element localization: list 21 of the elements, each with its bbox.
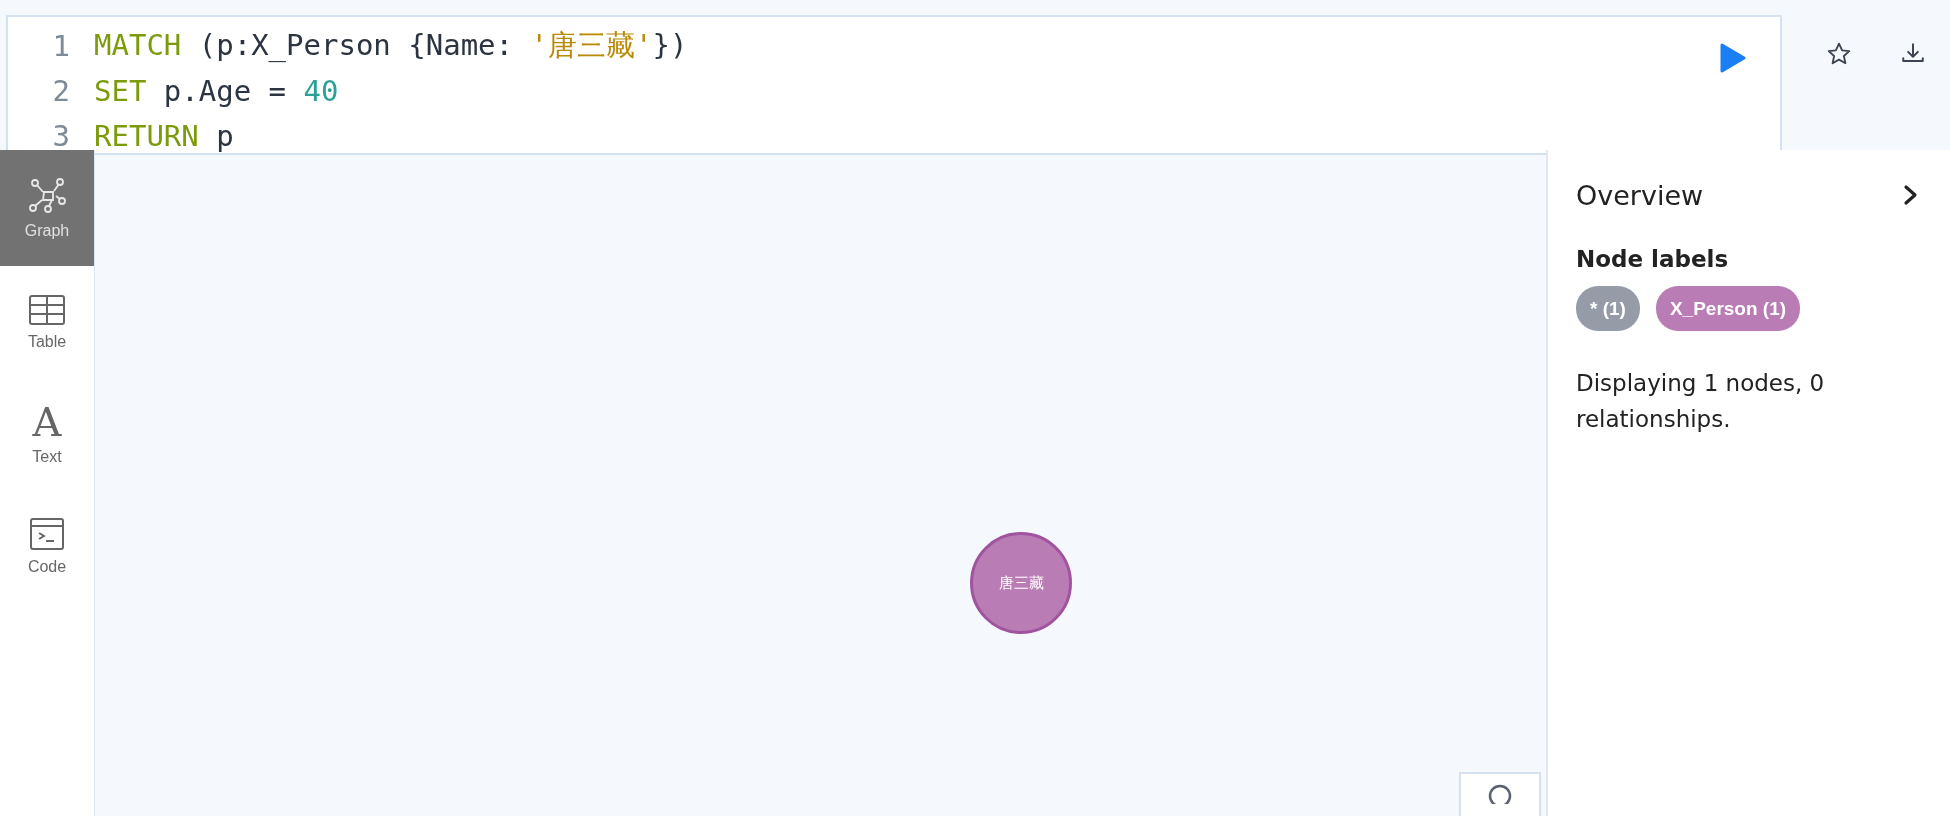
section-title: Node labels	[1576, 246, 1730, 272]
query-editor[interactable]: 1 MATCH (p:X_Person {Name: '唐三藏'}) 2 SET p.Age = 40 3 RETURN p	[6, 15, 1782, 155]
graph-icon	[27, 176, 67, 216]
terminal-icon	[27, 516, 67, 552]
code-line: MATCH (p:X_Person {Name: '唐三藏'})	[94, 26, 688, 64]
summary-text: Displaying 1 nodes, 0 relationships.	[1576, 369, 1826, 434]
star-icon	[1826, 41, 1852, 67]
code-line: RETURN p	[94, 118, 234, 153]
line-number: 1	[51, 28, 71, 63]
table-icon	[27, 293, 67, 327]
zoom-button[interactable]	[1459, 772, 1541, 816]
play-icon	[1720, 43, 1746, 73]
label-chip[interactable]: X_Person (1)	[1655, 286, 1801, 331]
code-line: SET p.Age = 40	[94, 73, 339, 108]
graph-node[interactable]: 唐三藏	[970, 532, 1072, 634]
text-icon: A	[32, 402, 62, 442]
view-tab[interactable]: Graph	[0, 150, 94, 266]
panel-title: Overview	[1576, 179, 1704, 211]
line-number: 2	[51, 73, 71, 108]
label-chip[interactable]: * (1)	[1576, 286, 1640, 331]
line-number: 3	[51, 118, 71, 153]
